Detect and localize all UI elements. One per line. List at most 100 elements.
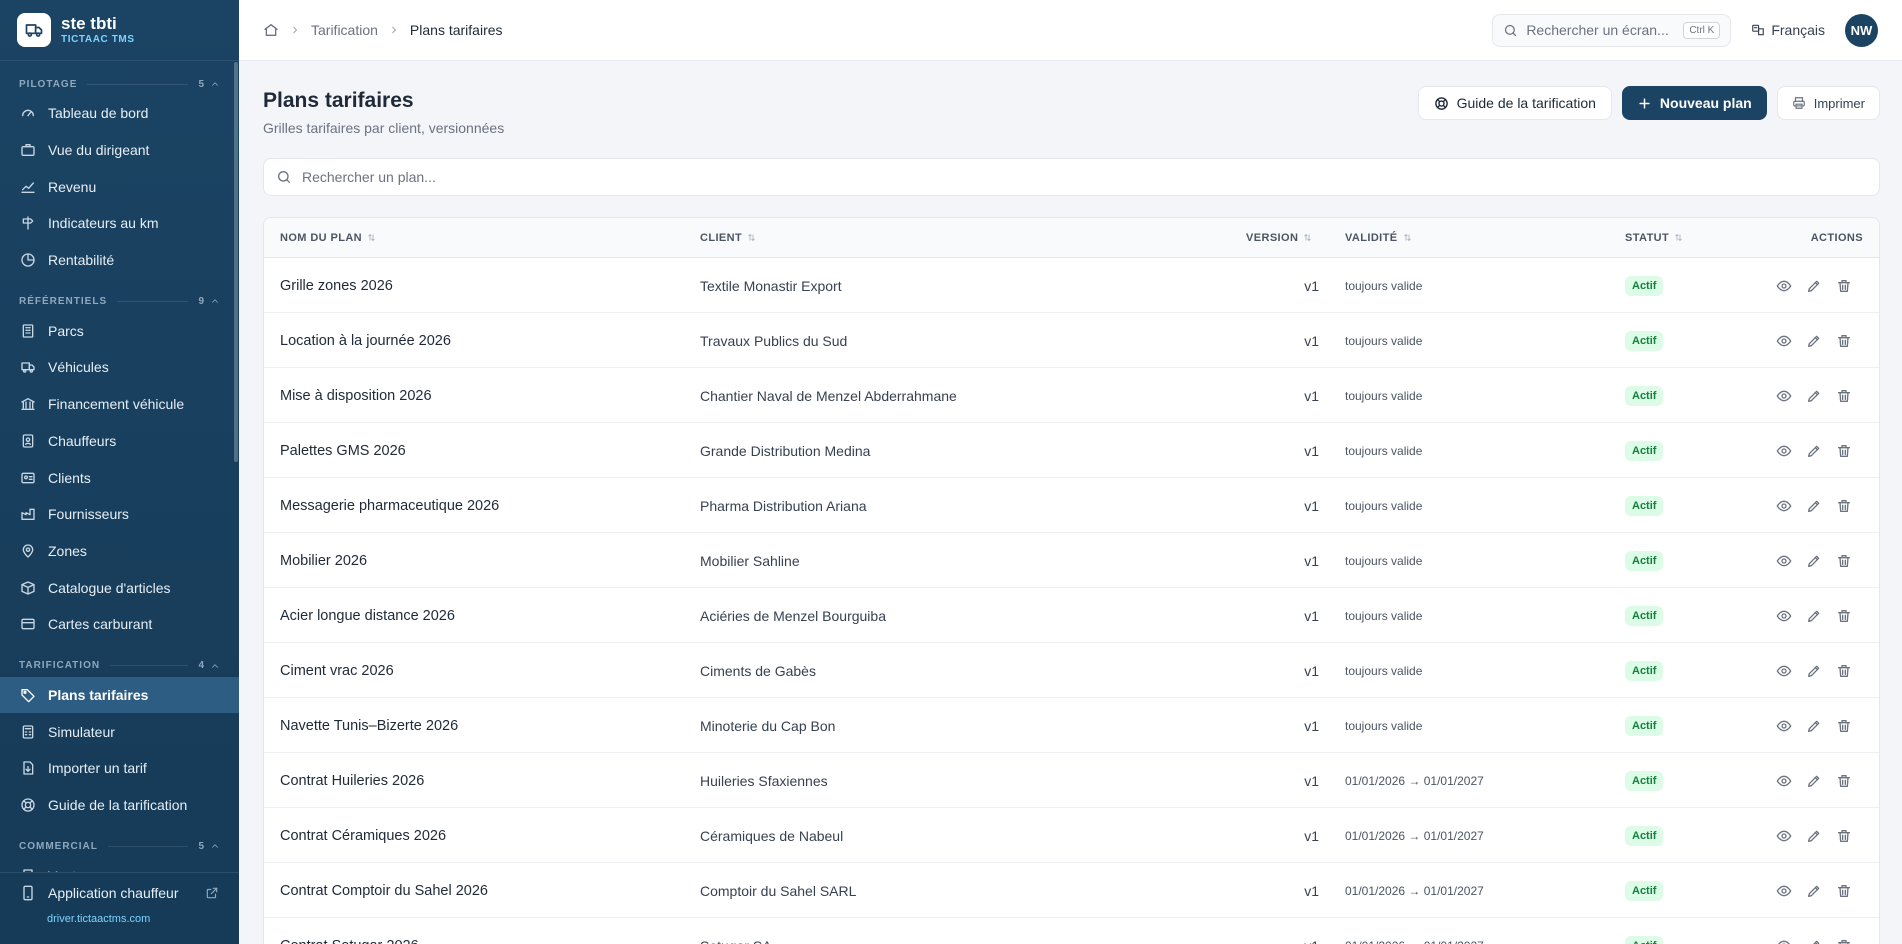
edit-button[interactable]: [1806, 718, 1822, 734]
sidebar-item-1-7[interactable]: Catalogue d'articles: [0, 569, 239, 606]
view-button[interactable]: [1776, 883, 1792, 899]
brand[interactable]: ste tbti TICTAAC TMS: [0, 0, 239, 61]
nav-section-2[interactable]: TARIFICATION 4: [0, 655, 239, 677]
edit-button[interactable]: [1806, 498, 1822, 514]
table-row[interactable]: Palettes GMS 2026 Grande Distribution Med…: [264, 423, 1879, 478]
table-row[interactable]: Contrat Céramiques 2026 Céramiques de Nab…: [264, 808, 1879, 863]
nav-section-3[interactable]: COMMERCIAL 5: [0, 835, 239, 857]
delete-button[interactable]: [1836, 388, 1852, 404]
sidebar-item-0-0[interactable]: Tableau de bord: [0, 95, 239, 132]
sidebar-item-0-4[interactable]: Rentabilité: [0, 242, 239, 279]
view-button[interactable]: [1776, 608, 1792, 624]
sidebar-item-0-3[interactable]: Indicateurs au km: [0, 205, 239, 242]
sidebar-item-2-2[interactable]: Importer un tarif: [0, 750, 239, 787]
view-button[interactable]: [1776, 498, 1792, 514]
delete-button[interactable]: [1836, 828, 1852, 844]
col-client-header[interactable]: CLIENT: [700, 232, 756, 244]
breadcrumb-tarification[interactable]: Tarification: [311, 22, 378, 38]
sidebar-item-0-1[interactable]: Vue du dirigeant: [0, 132, 239, 169]
plan-name[interactable]: Mobilier 2026: [280, 533, 367, 588]
table-row[interactable]: Contrat Sotugar 2026 Sotugar SA v1 01/01/20…: [264, 918, 1879, 944]
table-row[interactable]: Mise à disposition 2026 Chantier Naval de…: [264, 368, 1879, 423]
view-button[interactable]: [1776, 663, 1792, 679]
plan-name[interactable]: Contrat Céramiques 2026: [280, 808, 446, 863]
view-button[interactable]: [1776, 938, 1792, 944]
nav-section-0[interactable]: PILOTAGE 5: [0, 73, 239, 95]
edit-button[interactable]: [1806, 388, 1822, 404]
sidebar-item-1-3[interactable]: Chauffeurs: [0, 423, 239, 460]
plan-name[interactable]: Contrat Sotugar 2026: [280, 918, 419, 944]
view-button[interactable]: [1776, 553, 1792, 569]
delete-button[interactable]: [1836, 278, 1852, 294]
delete-button[interactable]: [1836, 663, 1852, 679]
edit-button[interactable]: [1806, 938, 1822, 944]
col-status-header[interactable]: STATUT: [1625, 232, 1683, 244]
table-row[interactable]: Mobilier 2026 Mobilier Sahline v1 toujours …: [264, 533, 1879, 588]
delete-button[interactable]: [1836, 333, 1852, 349]
view-button[interactable]: [1776, 278, 1792, 294]
table-row[interactable]: Acier longue distance 2026 Aciéries de Me…: [264, 588, 1879, 643]
delete-button[interactable]: [1836, 773, 1852, 789]
sidebar-item-1-6[interactable]: Zones: [0, 533, 239, 570]
guide-button[interactable]: Guide de la tarification: [1417, 86, 1612, 120]
print-button[interactable]: Imprimer: [1776, 86, 1880, 120]
edit-button[interactable]: [1806, 333, 1822, 349]
plan-name[interactable]: Messagerie pharmaceutique 2026: [280, 478, 499, 533]
language-switcher[interactable]: Français: [1751, 22, 1825, 38]
table-row[interactable]: Contrat Huileries 2026 Huileries Sfaxienn…: [264, 753, 1879, 808]
home-icon[interactable]: [263, 22, 279, 38]
edit-button[interactable]: [1806, 773, 1822, 789]
delete-button[interactable]: [1836, 608, 1852, 624]
sidebar-item-1-2[interactable]: Financement véhicule: [0, 386, 239, 423]
edit-button[interactable]: [1806, 883, 1822, 899]
sidebar-scrollbar[interactable]: [234, 62, 238, 462]
table-row[interactable]: Contrat Comptoir du Sahel 2026 Comptoir d…: [264, 863, 1879, 918]
edit-button[interactable]: [1806, 828, 1822, 844]
table-row[interactable]: Navette Tunis–Bizerte 2026 Minoterie du C…: [264, 698, 1879, 753]
delete-button[interactable]: [1836, 883, 1852, 899]
view-button[interactable]: [1776, 718, 1792, 734]
col-version-header[interactable]: VERSION: [1246, 232, 1312, 244]
sidebar-item-2-3[interactable]: Guide de la tarification: [0, 787, 239, 824]
plan-name[interactable]: Acier longue distance 2026: [280, 588, 455, 643]
sidebar-item-1-8[interactable]: Cartes carburant: [0, 606, 239, 643]
driver-app-url[interactable]: driver.tictaactms.com: [20, 913, 219, 925]
delete-button[interactable]: [1836, 718, 1852, 734]
plan-name[interactable]: Contrat Huileries 2026: [280, 753, 424, 808]
nav-section-1[interactable]: RÉFÉRENTIELS 9: [0, 290, 239, 312]
new-plan-button[interactable]: Nouveau plan: [1621, 86, 1767, 120]
sidebar-item-2-1[interactable]: Simulateur: [0, 713, 239, 750]
table-row[interactable]: Messagerie pharmaceutique 2026 Pharma Dis…: [264, 478, 1879, 533]
delete-button[interactable]: [1836, 938, 1852, 944]
plan-name[interactable]: Contrat Comptoir du Sahel 2026: [280, 863, 488, 918]
view-button[interactable]: [1776, 388, 1792, 404]
plan-name[interactable]: Navette Tunis–Bizerte 2026: [280, 698, 458, 753]
plan-name[interactable]: Mise à disposition 2026: [280, 368, 432, 423]
sidebar-item-0-2[interactable]: Revenu: [0, 168, 239, 205]
avatar[interactable]: NW: [1845, 13, 1878, 47]
delete-button[interactable]: [1836, 443, 1852, 459]
edit-button[interactable]: [1806, 553, 1822, 569]
edit-button[interactable]: [1806, 278, 1822, 294]
sidebar-item-1-1[interactable]: Véhicules: [0, 349, 239, 386]
table-row[interactable]: Ciment vrac 2026 Ciments de Gabès v1 toujou…: [264, 643, 1879, 698]
table-row[interactable]: Grille zones 2026 Textile Monastir Export…: [264, 258, 1879, 313]
plan-name[interactable]: Grille zones 2026: [280, 258, 393, 313]
table-row[interactable]: Location à la journée 2026 Travaux Public…: [264, 313, 1879, 368]
delete-button[interactable]: [1836, 553, 1852, 569]
edit-button[interactable]: [1806, 443, 1822, 459]
sidebar-item-1-5[interactable]: Fournisseurs: [0, 496, 239, 533]
edit-button[interactable]: [1806, 608, 1822, 624]
view-button[interactable]: [1776, 333, 1792, 349]
view-button[interactable]: [1776, 443, 1792, 459]
plan-name[interactable]: Ciment vrac 2026: [280, 643, 394, 698]
delete-button[interactable]: [1836, 498, 1852, 514]
view-button[interactable]: [1776, 828, 1792, 844]
driver-app-link[interactable]: Application chauffeur: [20, 883, 219, 903]
edit-button[interactable]: [1806, 663, 1822, 679]
col-validity-header[interactable]: VALIDITÉ: [1345, 232, 1412, 244]
view-button[interactable]: [1776, 773, 1792, 789]
col-name-header[interactable]: NOM DU PLAN: [280, 232, 376, 244]
plan-name[interactable]: Location à la journée 2026: [280, 313, 451, 368]
plan-search-input[interactable]: [302, 169, 1867, 185]
